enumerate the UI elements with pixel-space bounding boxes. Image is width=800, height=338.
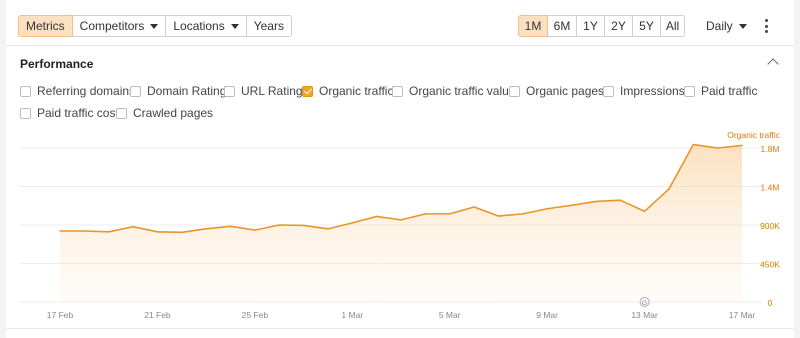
data-point bbox=[278, 224, 281, 226]
x-tick-label: 25 Feb bbox=[242, 310, 269, 320]
data-point bbox=[132, 225, 134, 228]
data-point bbox=[692, 143, 695, 146]
data-point bbox=[716, 147, 719, 149]
data-point bbox=[327, 228, 329, 230]
data-point bbox=[400, 219, 402, 221]
data-point bbox=[521, 213, 524, 215]
divider bbox=[6, 328, 794, 329]
y-axis-series-label: Organic traffic bbox=[727, 130, 781, 140]
data-point bbox=[741, 144, 743, 147]
y-tick-label: 1.4M bbox=[761, 183, 780, 193]
data-point bbox=[619, 199, 622, 201]
y-tick-label: 1.8M bbox=[761, 144, 780, 154]
x-tick-label: 5 Mar bbox=[439, 310, 461, 320]
x-tick-label: 17 Mar bbox=[729, 310, 756, 320]
y-tick-label: 0 bbox=[768, 298, 773, 308]
x-tick-label: 9 Mar bbox=[536, 310, 558, 320]
data-point bbox=[570, 204, 573, 207]
data-point bbox=[595, 200, 597, 203]
annotation-marker-label: G bbox=[642, 300, 647, 307]
data-point bbox=[351, 222, 354, 224]
data-point bbox=[497, 215, 500, 217]
data-point bbox=[156, 231, 159, 233]
data-point bbox=[448, 213, 451, 215]
data-point bbox=[205, 228, 207, 230]
data-point bbox=[107, 231, 110, 233]
data-point bbox=[643, 210, 646, 213]
data-point bbox=[229, 225, 232, 228]
organic-traffic-chart: 0 450K 900K 1.4M 1.8M Organic traffic 17 Feb 21… bbox=[20, 130, 781, 320]
x-tick-label: 13 Mar bbox=[631, 310, 658, 320]
performance-card: Metrics Competitors Locations Years 1M 6M… bbox=[6, 0, 794, 338]
data-point bbox=[59, 230, 61, 232]
data-point bbox=[83, 230, 86, 232]
data-point bbox=[668, 188, 670, 190]
data-point bbox=[302, 224, 305, 227]
x-tick-label: 1 Mar bbox=[341, 310, 363, 320]
data-point bbox=[546, 207, 548, 210]
y-tick-label: 450K bbox=[760, 260, 780, 270]
x-tick-label: 21 Feb bbox=[144, 310, 171, 320]
data-point bbox=[473, 206, 475, 208]
data-point bbox=[424, 213, 427, 215]
y-tick-label: 900K bbox=[760, 221, 780, 231]
data-point bbox=[375, 215, 378, 218]
data-point bbox=[254, 229, 256, 231]
data-point bbox=[180, 231, 183, 234]
x-tick-label: 17 Feb bbox=[47, 310, 74, 320]
series-area bbox=[60, 144, 742, 302]
